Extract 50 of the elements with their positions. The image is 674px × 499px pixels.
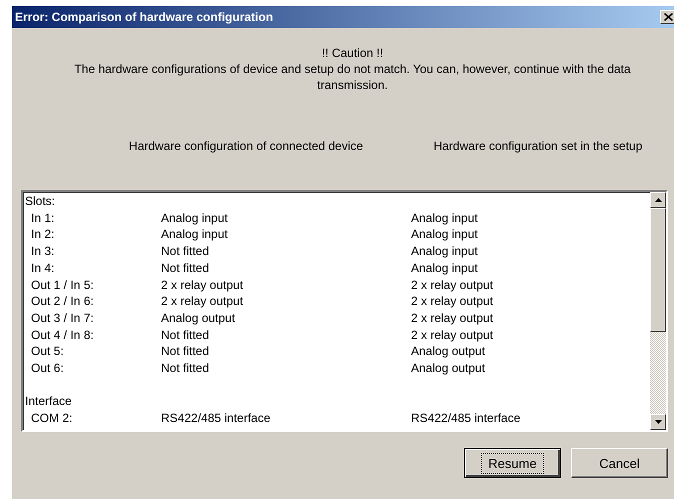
row-label: Out 2 / In 6:	[31, 293, 95, 310]
device-value: 2 x relay output	[161, 293, 244, 310]
row-label: In 4:	[31, 260, 56, 277]
row-label: In 2:	[31, 226, 56, 244]
scrollbar[interactable]	[650, 192, 666, 430]
scroll-thumb[interactable]	[650, 208, 666, 332]
dialog-button[interactable]: Cancel	[571, 448, 668, 478]
caution-heading: !! Caution !!	[320, 45, 384, 61]
row-label: COM 2:	[31, 410, 74, 427]
setup-value: Analog input	[411, 226, 478, 244]
device-value: Analog input	[161, 226, 229, 244]
down-arrow-icon	[654, 420, 662, 424]
setup-value: Analog input	[411, 243, 478, 260]
scroll-down-button[interactable]	[650, 414, 666, 430]
setup-value: 2 x relay output	[411, 310, 494, 327]
row-label: Out 6:	[31, 360, 65, 377]
setup-value: RS422/485 interface	[411, 410, 520, 427]
row-label: In 1:	[31, 210, 56, 226]
device-value: Not fitted	[161, 243, 210, 260]
row-label: Out 1 / In 5:	[31, 276, 95, 294]
section-heading: Slots:	[25, 193, 56, 210]
scroll-up-button[interactable]	[650, 192, 666, 208]
setup-value: 2 x relay output	[411, 293, 494, 310]
window-title: Error: Comparison of hardware configuration	[15, 10, 274, 24]
section-heading: Interface	[25, 393, 73, 410]
setup-value: Analog output	[411, 343, 486, 360]
device-value: Analog input	[161, 210, 229, 226]
device-value: Not fitted	[161, 260, 210, 277]
setup-value: 2 x relay output	[411, 326, 494, 344]
column-heading: Hardware configuration set in the setup	[432, 138, 644, 155]
close-button[interactable]	[660, 10, 674, 24]
dialog-button[interactable]: Resume	[464, 448, 561, 478]
message-text: The hardware configurations of device and setup do not match. You can, however, continue with the data transmission.	[73, 61, 632, 93]
close-icon	[664, 13, 672, 21]
device-value: RS422/485 interface	[161, 410, 272, 427]
row-label: Out 3 / In 7:	[31, 310, 95, 327]
column-heading: Hardware configuration of connected device	[128, 138, 364, 155]
device-value: Not fitted	[161, 343, 210, 360]
device-value: Analog output	[161, 310, 236, 327]
row-label: Out 4 / In 8:	[31, 326, 95, 344]
up-arrow-icon	[654, 198, 662, 202]
device-value: 2 x relay output	[161, 276, 244, 294]
setup-value: Analog input	[411, 260, 478, 277]
device-value: Not fitted	[161, 360, 210, 377]
device-value: Not fitted	[161, 326, 210, 344]
row-label: In 3:	[31, 243, 56, 260]
setup-value: 2 x relay output	[411, 276, 494, 294]
setup-value: Analog input	[411, 210, 478, 226]
row-label: Out 5:	[31, 343, 65, 360]
setup-value: Analog output	[411, 360, 486, 377]
